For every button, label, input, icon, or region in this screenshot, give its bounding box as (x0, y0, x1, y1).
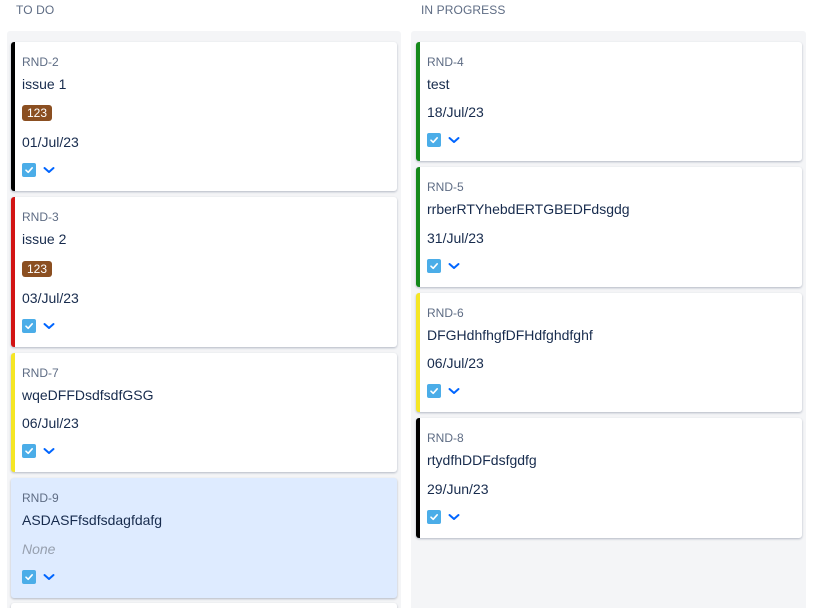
issue-card[interactable]: RND-8 rtydfhDDFdsfgdfg 29/Jun/23 (416, 418, 802, 538)
issue-summary: DFGHdhfhgfDFHdfghdfghf (427, 327, 593, 343)
card-icons (22, 319, 55, 333)
issue-key[interactable]: RND-2 (22, 55, 59, 69)
card-icons (427, 384, 460, 398)
chevron-down-icon[interactable] (43, 322, 55, 330)
column-header-todo: TO DO (16, 3, 54, 17)
issue-key[interactable]: RND-8 (427, 431, 464, 445)
due-date: 03/Jul/23 (22, 290, 79, 306)
issue-summary: rtydfhDDFdsfgdfg (427, 452, 537, 468)
story-checkbox-icon (22, 319, 36, 333)
due-date-empty: None (22, 541, 55, 557)
story-checkbox-icon (427, 510, 441, 524)
chevron-down-icon[interactable] (43, 447, 55, 455)
issue-summary: test (427, 76, 450, 92)
card-icons (427, 510, 460, 524)
issue-summary: issue 1 (22, 76, 66, 92)
chevron-down-icon[interactable] (448, 262, 460, 270)
issue-key[interactable]: RND-9 (22, 491, 59, 505)
story-checkbox-icon (427, 384, 441, 398)
due-date: 29/Jun/23 (427, 481, 489, 497)
story-checkbox-icon (427, 259, 441, 273)
kanban-board: TO DO IN PROGRESS RND-2 issue 1 123 01/J… (0, 0, 816, 608)
due-date: 18/Jul/23 (427, 104, 484, 120)
issue-card[interactable]: RND-6 DFGHdhfhgfDFHdfghdfghf 06/Jul/23 (416, 293, 802, 412)
due-date: 31/Jul/23 (427, 230, 484, 246)
card-icons (427, 259, 460, 273)
chevron-down-icon[interactable] (448, 387, 460, 395)
column-in-progress: RND-4 test 18/Jul/23 RND-5 rrberRTYhebdE… (411, 31, 806, 608)
story-checkbox-icon (22, 444, 36, 458)
issue-key[interactable]: RND-4 (427, 55, 464, 69)
issue-summary: rrberRTYhebdERTGBEDFdsgdg (427, 201, 630, 217)
issue-label[interactable]: 123 (22, 261, 52, 277)
due-date: 01/Jul/23 (22, 134, 79, 150)
issue-summary: issue 2 (22, 231, 66, 247)
card-icons (22, 570, 55, 584)
column-todo: RND-2 issue 1 123 01/Jul/23 RND-3 issue … (7, 31, 401, 608)
issue-label[interactable]: 123 (22, 105, 52, 121)
chevron-down-icon[interactable] (448, 136, 460, 144)
story-checkbox-icon (427, 133, 441, 147)
chevron-down-icon[interactable] (43, 166, 55, 174)
due-date: 06/Jul/23 (22, 415, 79, 431)
issue-card[interactable]: RND-4 test 18/Jul/23 (416, 42, 802, 161)
chevron-down-icon[interactable] (448, 513, 460, 521)
issue-card[interactable]: RND-5 rrberRTYhebdERTGBEDFdsgdg 31/Jul/2… (416, 167, 802, 287)
issue-card[interactable]: RND-2 issue 1 123 01/Jul/23 (11, 42, 397, 191)
next-card-edge (11, 603, 397, 608)
issue-key[interactable]: RND-5 (427, 180, 464, 194)
card-icons (22, 163, 55, 177)
chevron-down-icon[interactable] (43, 573, 55, 581)
card-icons (22, 444, 55, 458)
due-date: 06/Jul/23 (427, 355, 484, 371)
issue-summary: wqeDFFDsdfsdfGSG (22, 387, 153, 403)
issue-card-selected[interactable]: RND-9 ASDASFfsdfsdagfdafg None (11, 478, 397, 598)
column-header-in-progress: IN PROGRESS (421, 3, 505, 17)
issue-card[interactable]: RND-3 issue 2 123 03/Jul/23 (11, 197, 397, 347)
issue-key[interactable]: RND-3 (22, 210, 59, 224)
story-checkbox-icon (22, 163, 36, 177)
issue-card[interactable]: RND-7 wqeDFFDsdfsdfGSG 06/Jul/23 (11, 353, 397, 472)
card-icons (427, 133, 460, 147)
story-checkbox-icon (22, 570, 36, 584)
issue-summary: ASDASFfsdfsdagfdafg (22, 512, 162, 528)
issue-key[interactable]: RND-6 (427, 306, 464, 320)
issue-key[interactable]: RND-7 (22, 366, 59, 380)
